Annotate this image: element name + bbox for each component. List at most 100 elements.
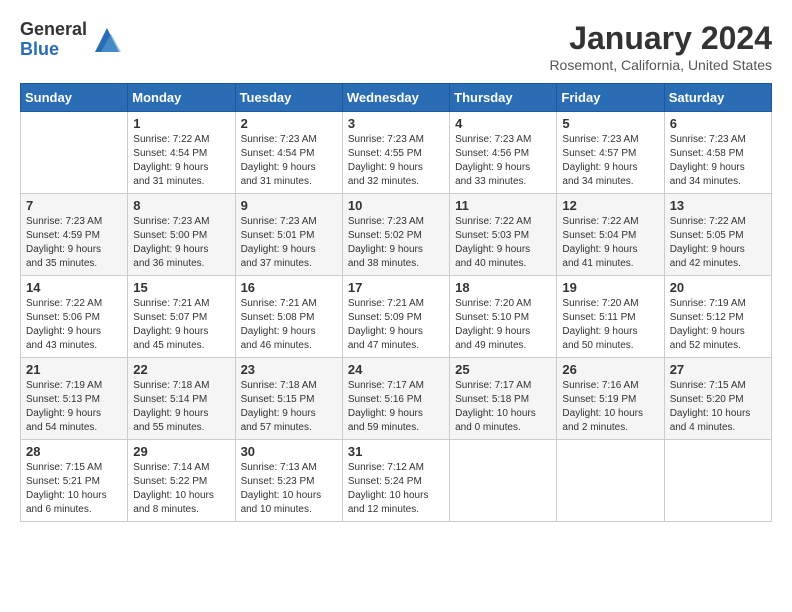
logo-blue-text: Blue: [20, 40, 87, 60]
day-info: Sunrise: 7:22 AM Sunset: 5:05 PM Dayligh…: [670, 215, 766, 271]
day-info: Sunrise: 7:17 AM Sunset: 5:18 PM Dayligh…: [455, 379, 551, 435]
day-info: Sunrise: 7:13 AM Sunset: 5:23 PM Dayligh…: [241, 461, 337, 517]
calendar-day-cell: [557, 440, 664, 522]
month-year-title: January 2024: [549, 20, 772, 57]
day-info: Sunrise: 7:18 AM Sunset: 5:15 PM Dayligh…: [241, 379, 337, 435]
day-number: 26: [562, 362, 658, 377]
logo-icon: [91, 24, 123, 56]
calendar-day-header: Monday: [128, 84, 235, 112]
day-number: 11: [455, 198, 551, 213]
day-number: 29: [133, 444, 229, 459]
calendar-day-cell: 9 Sunrise: 7:23 AM Sunset: 5:01 PM Daylig…: [235, 194, 342, 276]
calendar-day-cell: 6 Sunrise: 7:23 AM Sunset: 4:58 PM Daylig…: [664, 112, 771, 194]
calendar-day-cell: 31Sunrise: 7:12 AM Sunset: 5:24 PM Dayli…: [342, 440, 449, 522]
day-number: 21: [26, 362, 122, 377]
day-number: 3: [348, 116, 444, 131]
calendar-day-cell: [21, 112, 128, 194]
calendar-day-cell: [664, 440, 771, 522]
calendar-week-row: 7 Sunrise: 7:23 AM Sunset: 4:59 PM Daylig…: [21, 194, 772, 276]
day-number: 1: [133, 116, 229, 131]
calendar-day-cell: 23Sunrise: 7:18 AM Sunset: 5:15 PM Dayli…: [235, 358, 342, 440]
day-info: Sunrise: 7:15 AM Sunset: 5:20 PM Dayligh…: [670, 379, 766, 435]
calendar-week-row: 28 Sunrise: 7:15 AM Sunset: 5:21 PM Dayli…: [21, 440, 772, 522]
day-number: 18: [455, 280, 551, 295]
calendar-day-cell: 5 Sunrise: 7:23 AM Sunset: 4:57 PM Daylig…: [557, 112, 664, 194]
calendar-day-cell: 28 Sunrise: 7:15 AM Sunset: 5:21 PM Dayli…: [21, 440, 128, 522]
calendar-day-cell: 2Sunrise: 7:23 AM Sunset: 4:54 PM Daylig…: [235, 112, 342, 194]
day-number: 7: [26, 198, 122, 213]
calendar-day-cell: 16Sunrise: 7:21 AM Sunset: 5:08 PM Dayli…: [235, 276, 342, 358]
day-number: 25: [455, 362, 551, 377]
day-info: Sunrise: 7:19 AM Sunset: 5:13 PM Dayligh…: [26, 379, 122, 435]
calendar-day-cell: 22Sunrise: 7:18 AM Sunset: 5:14 PM Dayli…: [128, 358, 235, 440]
calendar-day-cell: 8 Sunrise: 7:23 AM Sunset: 5:00 PM Daylig…: [128, 194, 235, 276]
day-info: Sunrise: 7:21 AM Sunset: 5:08 PM Dayligh…: [241, 297, 337, 353]
calendar-day-header: Wednesday: [342, 84, 449, 112]
calendar-day-cell: 13 Sunrise: 7:22 AM Sunset: 5:05 PM Dayli…: [664, 194, 771, 276]
day-number: 14: [26, 280, 122, 295]
day-number: 6: [670, 116, 766, 131]
calendar-week-row: 21 Sunrise: 7:19 AM Sunset: 5:13 PM Dayli…: [21, 358, 772, 440]
day-number: 24: [348, 362, 444, 377]
calendar-day-cell: 7 Sunrise: 7:23 AM Sunset: 4:59 PM Daylig…: [21, 194, 128, 276]
day-number: 13: [670, 198, 766, 213]
day-info: Sunrise: 7:14 AM Sunset: 5:22 PM Dayligh…: [133, 461, 229, 517]
calendar-day-cell: 11 Sunrise: 7:22 AM Sunset: 5:03 PM Dayli…: [450, 194, 557, 276]
calendar-day-cell: 15Sunrise: 7:21 AM Sunset: 5:07 PM Dayli…: [128, 276, 235, 358]
calendar-day-cell: 12 Sunrise: 7:22 AM Sunset: 5:04 PM Dayli…: [557, 194, 664, 276]
location-subtitle: Rosemont, California, United States: [549, 57, 772, 73]
day-info: Sunrise: 7:23 AM Sunset: 4:56 PM Dayligh…: [455, 133, 551, 189]
day-info: Sunrise: 7:21 AM Sunset: 5:07 PM Dayligh…: [133, 297, 229, 353]
calendar-day-cell: 29 Sunrise: 7:14 AM Sunset: 5:22 PM Dayli…: [128, 440, 235, 522]
calendar-day-cell: 24 Sunrise: 7:17 AM Sunset: 5:16 PM Dayli…: [342, 358, 449, 440]
day-number: 8: [133, 198, 229, 213]
day-info: Sunrise: 7:23 AM Sunset: 5:02 PM Dayligh…: [348, 215, 444, 271]
calendar-table: SundayMondayTuesdayWednesdayThursdayFrid…: [20, 83, 772, 522]
day-number: 10: [348, 198, 444, 213]
logo: General Blue: [20, 20, 123, 60]
day-info: Sunrise: 7:23 AM Sunset: 5:01 PM Dayligh…: [241, 215, 337, 271]
calendar-day-cell: 10 Sunrise: 7:23 AM Sunset: 5:02 PM Dayli…: [342, 194, 449, 276]
day-info: Sunrise: 7:20 AM Sunset: 5:10 PM Dayligh…: [455, 297, 551, 353]
day-number: 5: [562, 116, 658, 131]
calendar-day-cell: 1 Sunrise: 7:22 AM Sunset: 4:54 PM Daylig…: [128, 112, 235, 194]
calendar-day-header: Sunday: [21, 84, 128, 112]
page-header: General Blue January 2024 Rosemont, Cali…: [20, 20, 772, 73]
day-number: 12: [562, 198, 658, 213]
day-info: Sunrise: 7:22 AM Sunset: 4:54 PM Dayligh…: [133, 133, 229, 189]
day-info: Sunrise: 7:23 AM Sunset: 4:59 PM Dayligh…: [26, 215, 122, 271]
day-info: Sunrise: 7:15 AM Sunset: 5:21 PM Dayligh…: [26, 461, 122, 517]
day-info: Sunrise: 7:20 AM Sunset: 5:11 PM Dayligh…: [562, 297, 658, 353]
day-number: 19: [562, 280, 658, 295]
day-info: Sunrise: 7:23 AM Sunset: 4:58 PM Dayligh…: [670, 133, 766, 189]
calendar-day-cell: 30 Sunrise: 7:13 AM Sunset: 5:23 PM Dayli…: [235, 440, 342, 522]
calendar-day-cell: 14Sunrise: 7:22 AM Sunset: 5:06 PM Dayli…: [21, 276, 128, 358]
calendar-day-header: Friday: [557, 84, 664, 112]
day-info: Sunrise: 7:23 AM Sunset: 4:57 PM Dayligh…: [562, 133, 658, 189]
day-number: 28: [26, 444, 122, 459]
calendar-week-row: 1 Sunrise: 7:22 AM Sunset: 4:54 PM Daylig…: [21, 112, 772, 194]
calendar-day-cell: 17Sunrise: 7:21 AM Sunset: 5:09 PM Dayli…: [342, 276, 449, 358]
calendar-day-cell: 26 Sunrise: 7:16 AM Sunset: 5:19 PM Dayli…: [557, 358, 664, 440]
day-info: Sunrise: 7:18 AM Sunset: 5:14 PM Dayligh…: [133, 379, 229, 435]
title-block: January 2024 Rosemont, California, Unite…: [549, 20, 772, 73]
day-info: Sunrise: 7:23 AM Sunset: 5:00 PM Dayligh…: [133, 215, 229, 271]
calendar-day-cell: 20 Sunrise: 7:19 AM Sunset: 5:12 PM Dayli…: [664, 276, 771, 358]
day-number: 17: [348, 280, 444, 295]
calendar-day-cell: 4Sunrise: 7:23 AM Sunset: 4:56 PM Daylig…: [450, 112, 557, 194]
calendar-day-cell: 21 Sunrise: 7:19 AM Sunset: 5:13 PM Dayli…: [21, 358, 128, 440]
day-number: 9: [241, 198, 337, 213]
day-number: 30: [241, 444, 337, 459]
day-number: 31: [348, 444, 444, 459]
day-info: Sunrise: 7:17 AM Sunset: 5:16 PM Dayligh…: [348, 379, 444, 435]
day-info: Sunrise: 7:22 AM Sunset: 5:03 PM Dayligh…: [455, 215, 551, 271]
calendar-header-row: SundayMondayTuesdayWednesdayThursdayFrid…: [21, 84, 772, 112]
day-info: Sunrise: 7:23 AM Sunset: 4:54 PM Dayligh…: [241, 133, 337, 189]
day-number: 20: [670, 280, 766, 295]
logo-general-text: General: [20, 20, 87, 40]
calendar-day-header: Thursday: [450, 84, 557, 112]
calendar-day-header: Tuesday: [235, 84, 342, 112]
day-info: Sunrise: 7:22 AM Sunset: 5:04 PM Dayligh…: [562, 215, 658, 271]
day-info: Sunrise: 7:16 AM Sunset: 5:19 PM Dayligh…: [562, 379, 658, 435]
day-info: Sunrise: 7:19 AM Sunset: 5:12 PM Dayligh…: [670, 297, 766, 353]
